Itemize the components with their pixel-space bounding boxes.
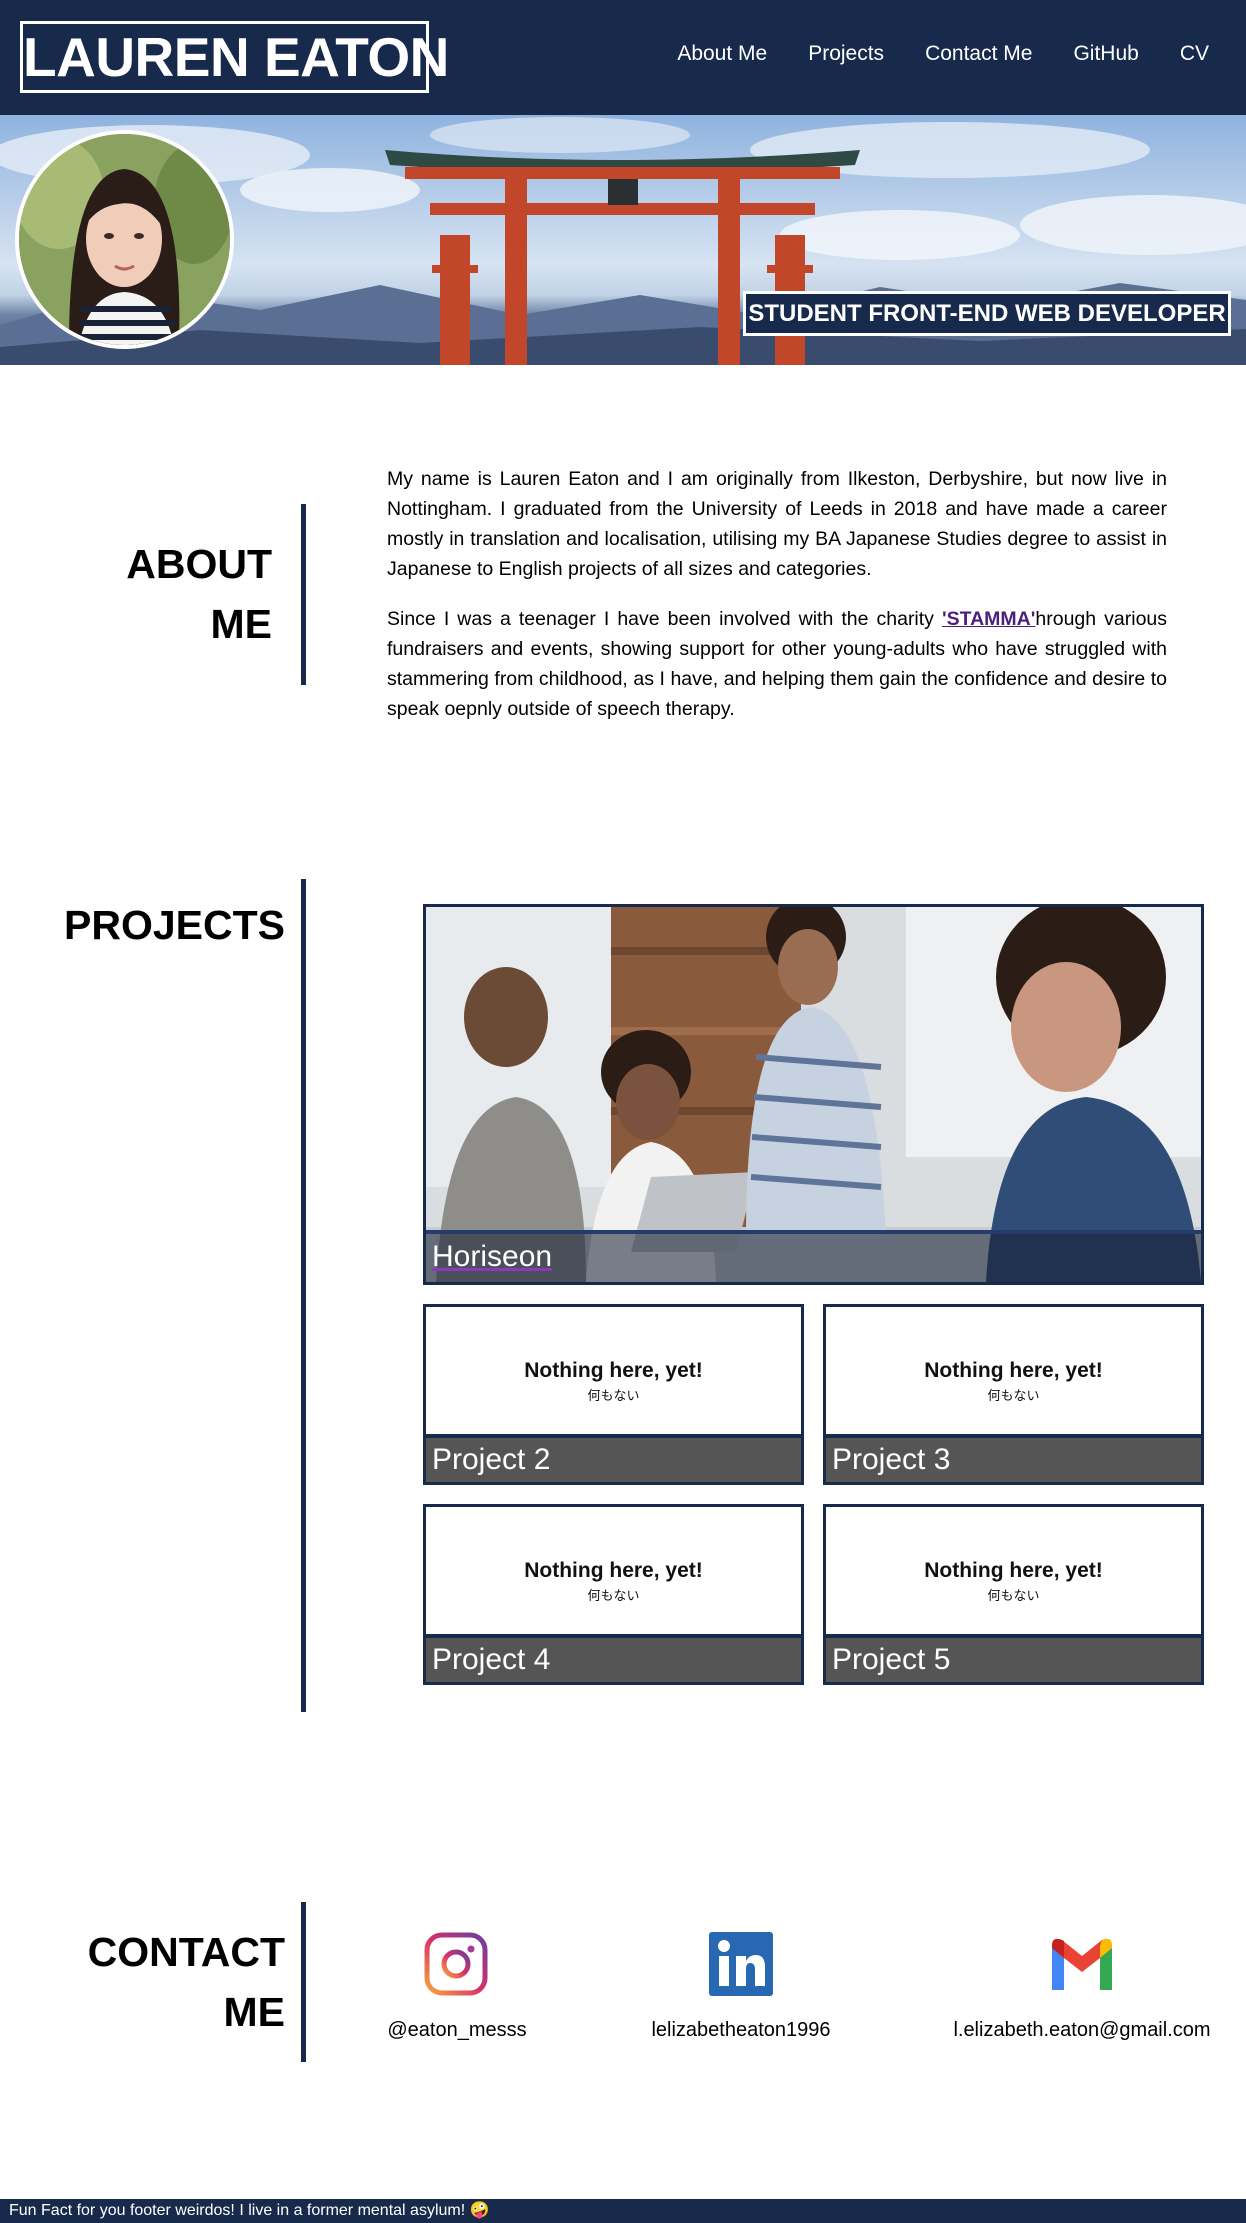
placeholder-subtitle: 何もない	[587, 1588, 640, 1603]
project-card-5[interactable]: Nothing here, yet! 何もない Project 5	[823, 1504, 1204, 1685]
project-label-4[interactable]: Project 4	[426, 1634, 801, 1682]
instagram-handle[interactable]: @eaton_messs	[357, 2019, 557, 2042]
project-placeholder: Nothing here, yet! 何もない	[426, 1307, 801, 1434]
site-header: LAUREN EATON About Me Projects Contact M…	[0, 0, 1246, 115]
site-footer: Fun Fact for you footer weirdos! I live …	[0, 2199, 1246, 2223]
hero-tagline: STUDENT FRONT-END WEB DEVELOPER	[743, 291, 1231, 336]
site-logo[interactable]: LAUREN EATON	[20, 21, 449, 93]
placeholder-subtitle: 何もない	[987, 1588, 1040, 1603]
placeholder-title: Nothing here, yet!	[924, 1559, 1103, 1582]
gmail-address[interactable]: l.elizabeth.eaton@gmail.com	[944, 2019, 1220, 2042]
about-divider	[301, 504, 306, 685]
nav-contact-me[interactable]: Contact Me	[925, 42, 1032, 66]
team-meeting-image	[426, 907, 1201, 1282]
project-label-horiseon[interactable]: Horiseon	[426, 1230, 1201, 1282]
placeholder-title: Nothing here, yet!	[924, 1359, 1103, 1382]
nav-about-me[interactable]: About Me	[677, 42, 767, 66]
project-card-horiseon[interactable]: Horiseon	[423, 904, 1204, 1285]
project-label-3[interactable]: Project 3	[826, 1434, 1201, 1482]
linkedin-icon[interactable]	[709, 1932, 773, 1996]
contact-divider	[301, 1902, 306, 2062]
placeholder-title: Nothing here, yet!	[524, 1359, 703, 1382]
gmail-icon[interactable]	[1050, 1932, 1114, 1996]
placeholder-subtitle: 何もない	[987, 1388, 1040, 1403]
project-placeholder: Nothing here, yet! 何もない	[426, 1507, 801, 1634]
projects-heading: PROJECTS	[64, 902, 285, 948]
project-placeholder: Nothing here, yet! 何もない	[826, 1307, 1201, 1434]
nav-cv[interactable]: CV	[1180, 42, 1209, 66]
project-label-5[interactable]: Project 5	[826, 1634, 1201, 1682]
contact-heading: CONTACT ME	[87, 1929, 285, 2035]
placeholder-subtitle: 何もない	[587, 1388, 640, 1403]
project-placeholder: Nothing here, yet! 何もない	[826, 1507, 1201, 1634]
project-label-2[interactable]: Project 2	[426, 1434, 801, 1482]
about-paragraph-2-start: Since I was a teenager I have been invol…	[387, 608, 942, 630]
about-heading: ABOUT ME	[126, 541, 272, 647]
linkedin-handle[interactable]: lelizabetheaton1996	[620, 2019, 862, 2042]
about-paragraph-2: Since I was a teenager I have been invol…	[387, 604, 1167, 724]
instagram-icon[interactable]	[424, 1932, 488, 1996]
main-nav: About Me Projects Contact Me GitHub CV	[677, 0, 1246, 107]
project-title-horiseon[interactable]: Horiseon	[432, 1240, 552, 1273]
nav-projects[interactable]: Projects	[808, 42, 884, 66]
profile-photo	[15, 130, 234, 349]
project-card-3[interactable]: Nothing here, yet! 何もない Project 3	[823, 1304, 1204, 1485]
about-text: My name is Lauren Eaton and I am origina…	[387, 464, 1167, 744]
project-card-2[interactable]: Nothing here, yet! 何もない Project 2	[423, 1304, 804, 1485]
stamma-link[interactable]: 'STAMMA'	[942, 608, 1035, 630]
hero-banner: STUDENT FRONT-END WEB DEVELOPER	[0, 115, 1246, 365]
placeholder-title: Nothing here, yet!	[524, 1559, 703, 1582]
nav-github[interactable]: GitHub	[1073, 42, 1138, 66]
about-paragraph-1: My name is Lauren Eaton and I am origina…	[387, 468, 1167, 580]
projects-divider	[301, 879, 306, 1712]
project-card-4[interactable]: Nothing here, yet! 何もない Project 4	[423, 1504, 804, 1685]
